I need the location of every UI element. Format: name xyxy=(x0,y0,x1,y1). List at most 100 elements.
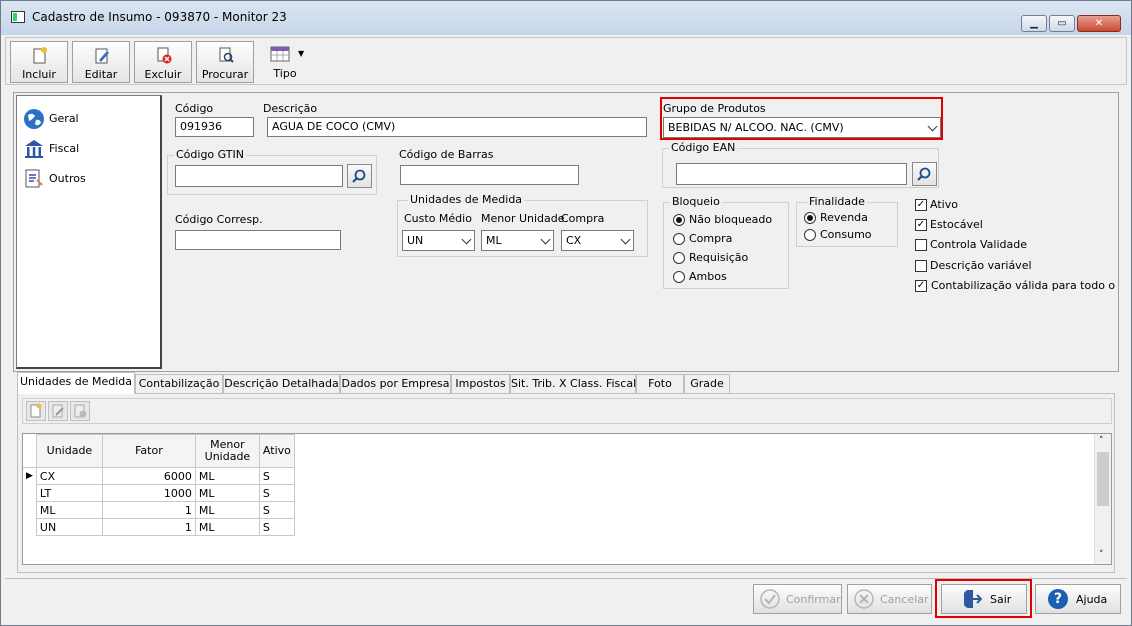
cell-fator[interactable]: 6000 xyxy=(101,467,196,485)
cell-ativo[interactable]: S xyxy=(258,518,295,536)
descricao-input[interactable]: AGUA DE COCO (CMV) xyxy=(267,117,647,137)
incluir-button[interactable]: Incluir xyxy=(10,41,68,83)
cell-menor[interactable]: ML xyxy=(194,484,260,502)
scroll-thumb[interactable] xyxy=(1097,452,1109,506)
contabilizacao-grupo-checkbox[interactable]: ✓ xyxy=(915,280,927,292)
descricao-variavel-checkbox[interactable] xyxy=(915,260,927,272)
confirmar-button[interactable]: Confirmar xyxy=(753,584,842,614)
grid-delete-button[interactable] xyxy=(70,401,90,421)
editar-button[interactable]: Editar xyxy=(72,41,130,83)
check-label: Contabilização válida para todo o Grupo xyxy=(931,279,1119,292)
nav-label: Outros xyxy=(49,172,86,185)
barras-input[interactable] xyxy=(400,165,579,185)
sair-highlight-box xyxy=(935,579,1032,618)
custo-select[interactable]: UN xyxy=(402,230,475,251)
procurar-button[interactable]: Procurar xyxy=(196,41,254,83)
grid-edit-button[interactable] xyxy=(48,401,68,421)
gtin-input[interactable] xyxy=(175,165,343,187)
table-row[interactable]: ▶ CX 6000 ML S xyxy=(23,467,295,485)
ean-search-button[interactable] xyxy=(912,162,937,186)
minimize-button[interactable]: ▁ xyxy=(1021,15,1047,32)
tab-descricao-detalhada[interactable]: Descrição Detalhada xyxy=(223,374,340,393)
table-row[interactable]: LT 1000 ML S xyxy=(23,484,295,502)
estocavel-checkbox[interactable]: ✓ xyxy=(915,219,927,231)
ean-input[interactable] xyxy=(676,163,907,185)
cell-unidade[interactable]: UN xyxy=(35,518,103,536)
chevron-up-icon[interactable]: ˄ xyxy=(1099,436,1104,446)
finalidade-option-label: Revenda xyxy=(820,211,868,224)
header-fator[interactable]: Fator xyxy=(101,434,196,468)
edit-icon xyxy=(95,48,109,64)
bloqueio-radio-requisicao[interactable] xyxy=(673,252,685,264)
corresp-input[interactable] xyxy=(175,230,341,250)
cell-unidade[interactable]: CX xyxy=(35,467,103,485)
tipo-button[interactable]: ▼ Tipo xyxy=(262,41,308,83)
tab-impostos[interactable]: Impostos xyxy=(451,374,510,393)
bloqueio-radio-ambos[interactable] xyxy=(673,271,685,283)
bloqueio-radio-compra[interactable] xyxy=(673,233,685,245)
tab-grade[interactable]: Grade xyxy=(684,374,730,393)
unidades-group: Unidades de Medida Custo Médio UN Menor … xyxy=(397,193,648,257)
tab-unidades[interactable]: Unidades de Medida xyxy=(17,372,135,394)
table-icon xyxy=(270,46,290,62)
excluir-label: Excluir xyxy=(144,68,182,81)
row-indicator-header xyxy=(23,434,37,468)
bloqueio-radio-nao[interactable] xyxy=(673,214,685,226)
cell-unidade[interactable]: ML xyxy=(35,501,103,519)
nav-item-geral[interactable]: Geral xyxy=(21,108,151,130)
cell-menor[interactable]: ML xyxy=(194,501,260,519)
incluir-label: Incluir xyxy=(22,68,56,81)
chevron-down-icon[interactable]: ˅ xyxy=(1099,550,1104,560)
menor-select[interactable]: ML xyxy=(481,230,554,251)
controla-validade-checkbox[interactable] xyxy=(915,239,927,251)
grid-toolbar xyxy=(22,398,1112,424)
cell-fator[interactable]: 1000 xyxy=(101,484,196,502)
table-row[interactable]: UN 1 ML S xyxy=(23,518,295,536)
header-menor-unidade[interactable]: Menor Unidade xyxy=(194,434,260,468)
ean-group: Código EAN xyxy=(662,141,939,188)
cell-menor[interactable]: ML xyxy=(194,467,260,485)
cell-ativo[interactable]: S xyxy=(258,467,295,485)
ativo-checkbox[interactable]: ✓ xyxy=(915,199,927,211)
excluir-button[interactable]: Excluir xyxy=(134,41,192,83)
ean-label: Código EAN xyxy=(669,141,738,154)
cell-ativo[interactable]: S xyxy=(258,484,295,502)
finalidade-radio-consumo[interactable] xyxy=(804,229,816,241)
nav-item-outros[interactable]: Outros xyxy=(21,168,151,190)
cell-menor[interactable]: ML xyxy=(194,518,260,536)
cell-fator[interactable]: 1 xyxy=(101,501,196,519)
grid-add-button[interactable] xyxy=(26,401,46,421)
cancelar-button[interactable]: Cancelar xyxy=(847,584,932,614)
check-label: Estocável xyxy=(930,218,983,231)
nav-item-fiscal[interactable]: Fiscal xyxy=(21,138,151,160)
ajuda-button[interactable]: ? Ajuda xyxy=(1035,584,1121,614)
compra-select[interactable]: CX xyxy=(561,230,634,251)
header-ativo[interactable]: Ativo xyxy=(258,434,295,468)
tab-sit-trib[interactable]: Sit. Trib. X Class. Fiscal xyxy=(510,374,636,393)
row-indicator xyxy=(23,502,36,519)
header-unidade[interactable]: Unidade xyxy=(35,434,103,468)
cell-ativo[interactable]: S xyxy=(258,501,295,519)
table-row[interactable]: ML 1 ML S xyxy=(23,501,295,519)
tab-contabilizacao[interactable]: Contabilização xyxy=(135,374,223,393)
confirmar-label: Confirmar xyxy=(786,593,841,606)
close-button[interactable]: ✕ xyxy=(1077,15,1121,32)
row-indicator xyxy=(23,519,36,536)
barras-label: Código de Barras xyxy=(399,148,494,161)
maximize-button[interactable]: ▭ xyxy=(1049,15,1075,32)
finalidade-radio-revenda[interactable] xyxy=(804,212,816,224)
tab-dados-empresa[interactable]: Dados por Empresa xyxy=(340,374,451,393)
tab-foto[interactable]: Foto xyxy=(636,374,684,393)
cell-fator[interactable]: 1 xyxy=(101,518,196,536)
grid-scrollbar[interactable]: ˄ ˅ xyxy=(1094,434,1111,564)
check-circle-icon xyxy=(760,589,780,609)
app-icon xyxy=(11,11,25,23)
codigo-input[interactable]: 091936 xyxy=(175,117,254,137)
gtin-search-button[interactable] xyxy=(347,164,372,188)
gtin-group: Código GTIN xyxy=(167,148,377,195)
document-list-icon xyxy=(25,169,43,188)
menor-label: Menor Unidade xyxy=(481,212,565,225)
descricao-label: Descrição xyxy=(263,102,318,115)
chevron-down-icon: ▼ xyxy=(298,49,305,58)
cell-unidade[interactable]: LT xyxy=(35,484,103,502)
